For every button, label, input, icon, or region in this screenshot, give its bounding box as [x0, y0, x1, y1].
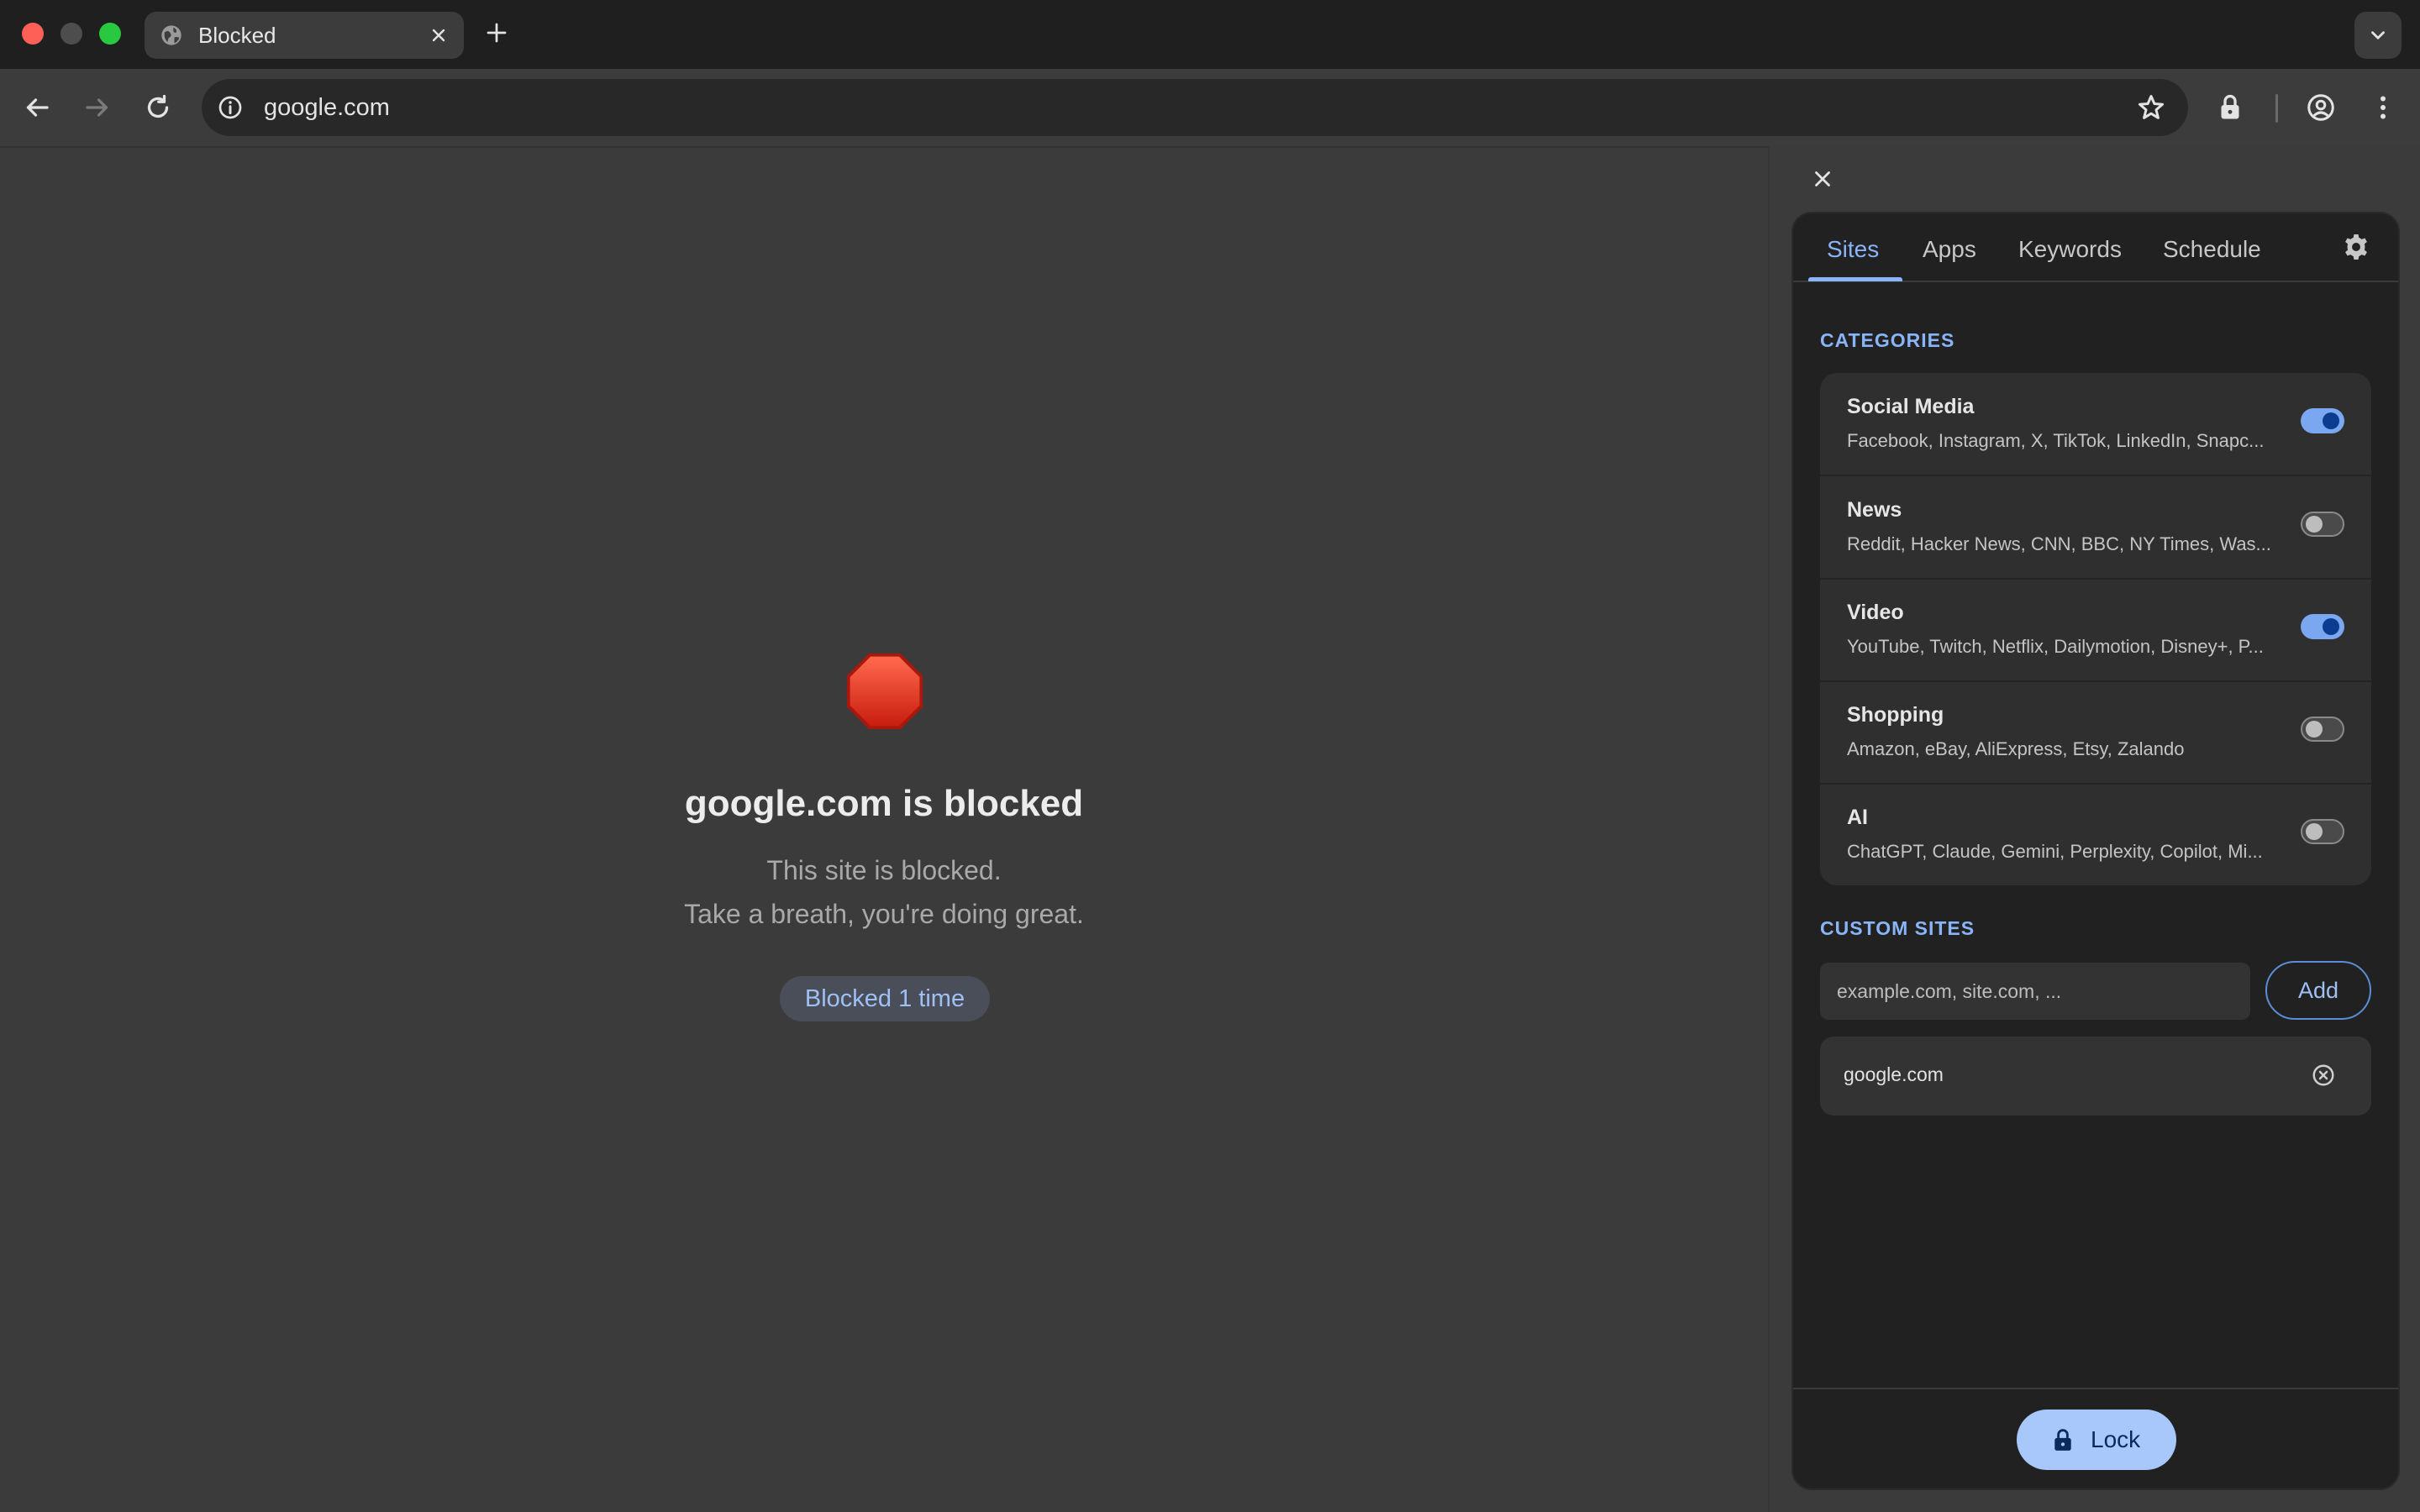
site-info-icon[interactable] — [217, 94, 244, 121]
category-name: Video — [1847, 601, 1904, 624]
lock-icon — [2054, 1429, 2071, 1451]
ai-toggle[interactable] — [2301, 819, 2344, 844]
blocked-count-badge: Blocked 1 time — [780, 976, 990, 1021]
maximize-window-button[interactable] — [99, 23, 121, 45]
close-window-button[interactable] — [22, 23, 44, 45]
category-ai: AI ChatGPT, Claude, Gemini, Perplexity, … — [1820, 784, 2371, 885]
custom-site-input[interactable]: example.com, site.com, ... — [1820, 963, 2250, 1020]
tab-title: Blocked — [198, 23, 276, 48]
tab-strip: Blocked — [0, 0, 2420, 69]
forward-arrow-icon[interactable] — [82, 92, 113, 123]
category-name: AI — [1847, 806, 1868, 829]
category-video: Video YouTube, Twitch, Netflix, Dailymot… — [1820, 579, 2371, 681]
custom-site-item: google.com — [1820, 1037, 2371, 1116]
blocked-title: google.com is blocked — [684, 783, 1084, 824]
category-sites: YouTube, Twitch, Netflix, Dailymotion, D… — [1847, 636, 2264, 657]
add-site-button[interactable]: Add — [2265, 961, 2371, 1020]
chevron-down-icon — [2371, 31, 2385, 39]
blocked-message: This site is blocked. — [766, 855, 1002, 885]
category-sites: Reddit, Hacker News, CNN, BBC, NY Times,… — [1847, 533, 2271, 554]
social-media-toggle[interactable] — [2301, 408, 2344, 433]
category-shopping: Shopping Amazon, eBay, AliExpress, Etsy,… — [1820, 681, 2371, 784]
category-name: News — [1847, 498, 1902, 522]
lock-button[interactable]: Lock — [2017, 1410, 2176, 1470]
remove-circle-icon[interactable] — [2311, 1063, 2336, 1088]
profile-icon[interactable] — [2306, 92, 2336, 123]
panel-tabs: Sites Apps Keywords Schedule — [1793, 213, 2398, 282]
encouragement-message: Take a breath, you're doing great. — [684, 899, 1084, 929]
extension-lock-icon[interactable] — [2215, 92, 2245, 123]
news-toggle[interactable] — [2301, 512, 2344, 537]
category-sites: ChatGPT, Claude, Gemini, Perplexity, Cop… — [1847, 841, 2263, 862]
lock-label: Lock — [2091, 1426, 2141, 1452]
bookmark-star-icon[interactable] — [2136, 92, 2166, 123]
categories-heading: CATEGORIES — [1820, 329, 1955, 351]
tab-sites[interactable]: Sites — [1827, 235, 1879, 264]
custom-site-name: google.com — [1844, 1063, 1944, 1085]
reload-icon[interactable] — [143, 92, 173, 123]
more-menu-icon[interactable] — [2368, 92, 2398, 123]
tab-keywords[interactable]: Keywords — [2018, 235, 2122, 264]
browser-tab[interactable]: Blocked — [145, 12, 464, 59]
category-name: Shopping — [1847, 703, 1944, 727]
category-news: News Reddit, Hacker News, CNN, BBC, NY T… — [1820, 476, 2371, 579]
tab-schedule[interactable]: Schedule — [2163, 235, 2261, 264]
active-tab-indicator — [1808, 277, 1902, 281]
back-arrow-icon[interactable] — [22, 92, 52, 123]
new-tab-icon[interactable] — [484, 20, 509, 45]
page-content: google.com is blocked This site is block… — [0, 146, 1768, 1512]
tab-apps[interactable]: Apps — [1923, 235, 1976, 264]
shopping-toggle[interactable] — [2301, 717, 2344, 742]
video-toggle[interactable] — [2301, 614, 2344, 639]
globe-icon — [161, 25, 182, 45]
category-sites: Amazon, eBay, AliExpress, Etsy, Zalando — [1847, 738, 2185, 759]
address-bar[interactable]: google.com — [202, 79, 2188, 136]
stop-sign-icon — [846, 653, 923, 730]
custom-sites-heading: CUSTOM SITES — [1820, 917, 1975, 939]
tab-search-button[interactable] — [2354, 12, 2402, 59]
browser-toolbar: google.com — [0, 69, 2420, 146]
close-panel-icon[interactable] — [1810, 166, 1835, 192]
toolbar-separator — [2275, 94, 2278, 123]
url-text[interactable]: google.com — [264, 94, 390, 121]
blocker-panel: Sites Apps Keywords Schedule CATEGORIES … — [1791, 212, 2400, 1490]
footer-divider — [1793, 1388, 2398, 1389]
category-sites: Facebook, Instagram, X, TikTok, LinkedIn… — [1847, 430, 2265, 451]
category-social-media: Social Media Facebook, Instagram, X, Tik… — [1820, 373, 2371, 475]
close-tab-icon[interactable] — [429, 25, 449, 45]
category-list: Social Media Facebook, Instagram, X, Tik… — [1820, 373, 2371, 885]
minimize-window-button[interactable] — [60, 23, 82, 45]
gear-icon[interactable] — [2341, 232, 2371, 262]
category-name: Social Media — [1847, 395, 1975, 418]
